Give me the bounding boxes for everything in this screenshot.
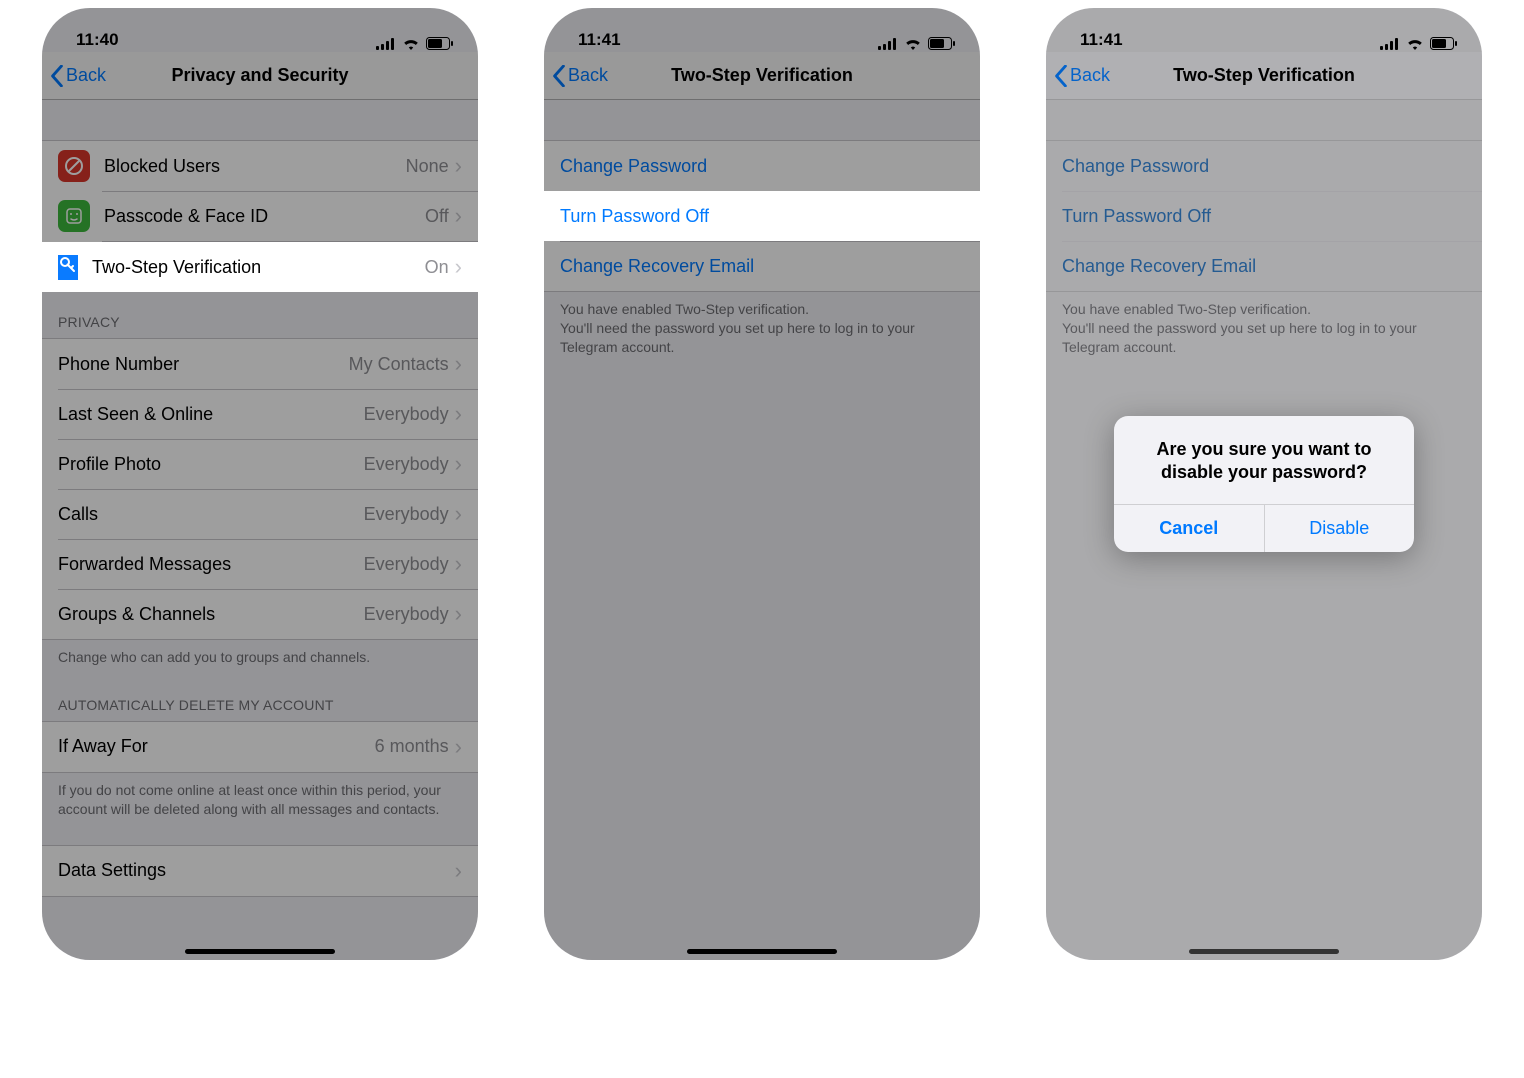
key-icon xyxy=(58,255,78,280)
disable-button[interactable]: Disable xyxy=(1264,505,1415,552)
row-change-password[interactable]: Change Password xyxy=(544,141,980,191)
chevron-right-icon xyxy=(455,401,462,427)
cell-value: Everybody xyxy=(364,454,449,475)
cell-value: Everybody xyxy=(364,554,449,575)
row-change-recovery-email[interactable]: Change Recovery Email xyxy=(544,241,980,291)
chevron-left-icon xyxy=(552,65,566,87)
row-groups-channels[interactable]: Groups & Channels Everybody xyxy=(42,589,478,639)
home-indicator[interactable] xyxy=(687,949,837,954)
row-profile-photo[interactable]: Profile Photo Everybody xyxy=(42,439,478,489)
cell-value: Everybody xyxy=(364,604,449,625)
section-footer-privacy: Change who can add you to groups and cha… xyxy=(42,640,478,675)
screenshot-disable-alert: 11:41 Back Two-Step Verification Change … xyxy=(1046,8,1482,960)
status-icons xyxy=(376,37,454,50)
page-title: Two-Step Verification xyxy=(671,65,853,86)
cell-value: Everybody xyxy=(364,404,449,425)
cell-label: Forwarded Messages xyxy=(58,554,364,575)
chevron-right-icon xyxy=(455,551,462,577)
wifi-icon xyxy=(402,38,420,50)
cell-value: Everybody xyxy=(364,504,449,525)
section-header-autodelete: AUTOMATICALLY DELETE MY ACCOUNT xyxy=(42,675,478,721)
section-footer-autodelete: If you do not come online at least once … xyxy=(42,773,478,827)
chevron-left-icon xyxy=(50,65,64,87)
signal-icon xyxy=(878,38,898,50)
row-calls[interactable]: Calls Everybody xyxy=(42,489,478,539)
battery-icon xyxy=(426,37,454,50)
chevron-right-icon xyxy=(455,203,462,229)
disable-password-alert: Are you sure you want to disable your pa… xyxy=(1114,416,1414,553)
cell-label: If Away For xyxy=(58,736,375,757)
section-footer-two-step: You have enabled Two-Step verification. … xyxy=(544,292,980,365)
back-button[interactable]: Back xyxy=(50,65,106,87)
section-header-privacy: PRIVACY xyxy=(42,292,478,338)
cell-label: Change Password xyxy=(560,156,964,177)
highlighted-two-step-row[interactable]: Two-Step Verification On xyxy=(42,242,478,292)
row-last-seen[interactable]: Last Seen & Online Everybody xyxy=(42,389,478,439)
screenshot-two-step: 11:41 Back Two-Step Verification Change … xyxy=(544,8,980,960)
nav-bar: Back Two-Step Verification xyxy=(544,52,980,100)
status-time: 11:41 xyxy=(578,30,621,50)
cell-label: Passcode & Face ID xyxy=(104,206,425,227)
row-blocked-users[interactable]: Blocked Users None xyxy=(42,141,478,191)
status-icons xyxy=(878,37,956,50)
chevron-right-icon xyxy=(455,858,462,884)
battery-icon xyxy=(928,37,956,50)
signal-icon xyxy=(376,38,396,50)
back-label: Back xyxy=(568,65,608,86)
alert-title: Are you sure you want to disable your pa… xyxy=(1114,416,1414,505)
cell-label: Change Recovery Email xyxy=(560,256,964,277)
cell-label: Data Settings xyxy=(58,860,455,881)
row-data-settings[interactable]: Data Settings xyxy=(42,846,478,896)
cell-value: On xyxy=(425,257,449,278)
chevron-right-icon xyxy=(455,734,462,760)
cell-value: My Contacts xyxy=(349,354,449,375)
chevron-right-icon xyxy=(455,601,462,627)
cancel-button[interactable]: Cancel xyxy=(1114,505,1264,552)
blocked-icon xyxy=(58,150,90,182)
cell-label: Profile Photo xyxy=(58,454,364,475)
highlighted-turn-off-row[interactable]: Turn Password Off xyxy=(544,191,980,241)
cell-label: Phone Number xyxy=(58,354,349,375)
status-bar: 11:40 xyxy=(42,8,478,52)
row-passcode-faceid[interactable]: Passcode & Face ID Off xyxy=(42,191,478,241)
cell-label: Calls xyxy=(58,504,364,525)
chevron-right-icon xyxy=(455,501,462,527)
row-forwarded-messages[interactable]: Forwarded Messages Everybody xyxy=(42,539,478,589)
cell-label: Last Seen & Online xyxy=(58,404,364,425)
chevron-right-icon xyxy=(455,351,462,377)
cell-label: Groups & Channels xyxy=(58,604,364,625)
nav-bar: Back Privacy and Security xyxy=(42,52,478,100)
cell-label: Turn Password Off xyxy=(560,206,964,227)
wifi-icon xyxy=(904,38,922,50)
back-label: Back xyxy=(66,65,106,86)
chevron-right-icon xyxy=(455,153,462,179)
status-time: 11:40 xyxy=(76,30,119,50)
passcode-icon xyxy=(58,200,90,232)
cell-label: Blocked Users xyxy=(104,156,406,177)
row-phone-number[interactable]: Phone Number My Contacts xyxy=(42,339,478,389)
cell-value: 6 months xyxy=(375,736,449,757)
cell-value: Off xyxy=(425,206,449,227)
back-button[interactable]: Back xyxy=(552,65,608,87)
cell-value: None xyxy=(406,156,449,177)
home-indicator[interactable] xyxy=(185,949,335,954)
chevron-right-icon xyxy=(455,451,462,477)
page-title: Privacy and Security xyxy=(171,65,348,86)
alert-backdrop: Are you sure you want to disable your pa… xyxy=(1046,8,1482,960)
cell-label: Two-Step Verification xyxy=(92,257,425,278)
chevron-right-icon xyxy=(455,254,462,280)
row-if-away-for[interactable]: If Away For 6 months xyxy=(42,722,478,772)
content-scroll[interactable]: Blocked Users None Passcode & Face ID Of… xyxy=(42,100,478,960)
status-bar: 11:41 xyxy=(544,8,980,52)
screenshot-privacy-security: 11:40 Back Privacy and Security Blocked … xyxy=(42,8,478,960)
